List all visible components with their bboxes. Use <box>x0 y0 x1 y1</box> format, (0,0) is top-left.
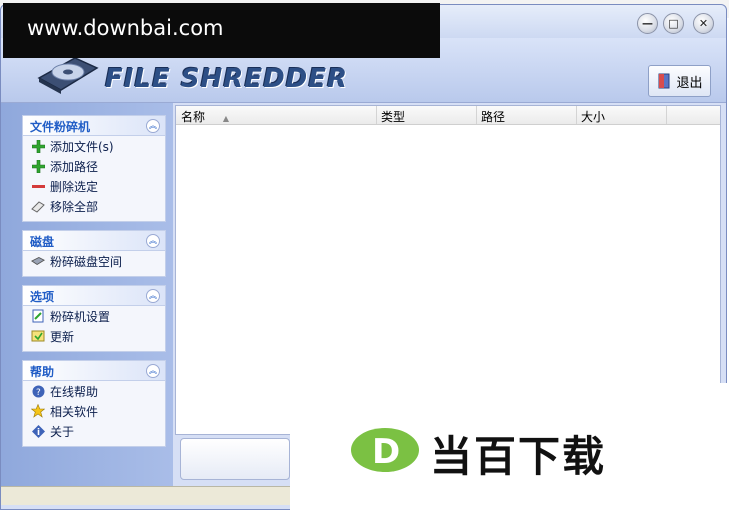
sidebar-item-add-path[interactable]: 添加路径 <box>23 156 165 176</box>
list-header: 名称 ▲ 类型 路径 大小 <box>176 106 720 125</box>
exit-button-label: 退出 <box>676 75 703 91</box>
collapse-icon[interactable]: ︽ <box>146 289 160 303</box>
collapse-icon[interactable]: ︽ <box>146 364 160 378</box>
column-header-type[interactable]: 类型 <box>381 108 405 125</box>
disk-icon <box>31 254 45 268</box>
column-divider[interactable] <box>476 106 477 124</box>
sort-ascending-icon: ▲ <box>222 114 229 123</box>
watermark-logo-area: D 当百下载 <box>290 383 729 513</box>
panel-header[interactable]: 帮助 ︽ <box>23 361 165 381</box>
sidebar-item-related-software[interactable]: 相关软件 <box>23 401 165 421</box>
column-divider[interactable] <box>666 106 667 124</box>
update-icon <box>31 329 45 343</box>
exit-button[interactable]: 退出 <box>648 65 711 97</box>
panel-options: 选项 ︽ 粉碎机设置 更新 <box>22 285 166 352</box>
action-panel[interactable] <box>180 438 290 480</box>
panel-title: 帮助 <box>30 365 55 379</box>
column-divider[interactable] <box>576 106 577 124</box>
sidebar-item-about[interactable]: 关于 <box>23 421 165 441</box>
sidebar-item-label: 移除全部 <box>50 199 99 214</box>
panel-title: 磁盘 <box>30 235 55 249</box>
sidebar-item-label: 添加路径 <box>50 159 99 174</box>
panel-file-shredder: 文件粉碎机 ︽ 添加文件(s) 添加路径 删除选定 移除全部 <box>22 115 166 222</box>
sidebar-item-label: 更新 <box>50 329 75 344</box>
panel-disk: 磁盘 ︽ 粉碎磁盘空间 <box>22 230 166 277</box>
sidebar-item-remove-all[interactable]: 移除全部 <box>23 196 165 216</box>
sidebar-item-update[interactable]: 更新 <box>23 326 165 346</box>
column-label: 名称 <box>181 110 206 124</box>
eraser-icon <box>31 199 45 213</box>
add-icon <box>31 159 45 173</box>
panel-title: 选项 <box>30 290 55 304</box>
sidebar-item-online-help[interactable]: ? 在线帮助 <box>23 381 165 401</box>
help-icon: ? <box>31 384 45 398</box>
sidebar-item-label: 相关软件 <box>50 404 99 419</box>
watermark-banner: www.downbai.com <box>3 3 440 58</box>
add-icon <box>31 139 45 153</box>
sidebar-item-shredder-settings[interactable]: 粉碎机设置 <box>23 306 165 326</box>
panel-header[interactable]: 文件粉碎机 ︽ <box>23 116 165 136</box>
sidebar-item-label: 粉碎机设置 <box>50 309 111 324</box>
settings-icon <box>31 309 45 323</box>
collapse-icon[interactable]: ︽ <box>146 119 160 133</box>
sidebar-item-shred-disk-space[interactable]: 粉碎磁盘空间 <box>23 251 165 271</box>
svg-text:?: ? <box>36 388 41 398</box>
collapse-icon[interactable]: ︽ <box>146 234 160 248</box>
panel-header[interactable]: 磁盘 ︽ <box>23 231 165 251</box>
shredder-logo-icon <box>37 57 99 94</box>
column-header-path[interactable]: 路径 <box>481 108 505 125</box>
panel-header[interactable]: 选项 ︽ <box>23 286 165 306</box>
sidebar-item-add-file[interactable]: 添加文件(s) <box>23 136 165 156</box>
watermark-logo-letter: D <box>372 432 400 472</box>
close-button[interactable]: ✕ <box>693 13 714 34</box>
panel-title: 文件粉碎机 <box>30 120 91 134</box>
info-icon <box>31 424 45 438</box>
door-icon <box>658 73 670 89</box>
watermark-text: 当百下载 <box>430 432 607 481</box>
sidebar-item-label: 添加文件(s) <box>50 139 114 154</box>
sidebar-item-label: 关于 <box>50 424 75 439</box>
minimize-button[interactable]: — <box>637 13 658 34</box>
watermark-logo-icon: D <box>351 428 419 472</box>
sidebar-item-label: 粉碎磁盘空间 <box>50 254 123 269</box>
maximize-button[interactable]: □ <box>663 13 684 34</box>
column-header-size[interactable]: 大小 <box>581 108 605 125</box>
star-icon <box>31 404 45 418</box>
sidebar-item-delete-selected[interactable]: 删除选定 <box>23 176 165 196</box>
sidebar-item-label: 删除选定 <box>50 179 99 194</box>
app-logo-text: FILE SHREDDER <box>105 64 349 94</box>
sidebar-item-label: 在线帮助 <box>50 384 99 399</box>
panel-help: 帮助 ︽ ? 在线帮助 相关软件 关于 <box>22 360 166 447</box>
column-divider[interactable] <box>376 106 377 124</box>
remove-icon <box>31 179 45 193</box>
column-header-name[interactable]: 名称 ▲ <box>181 108 229 125</box>
